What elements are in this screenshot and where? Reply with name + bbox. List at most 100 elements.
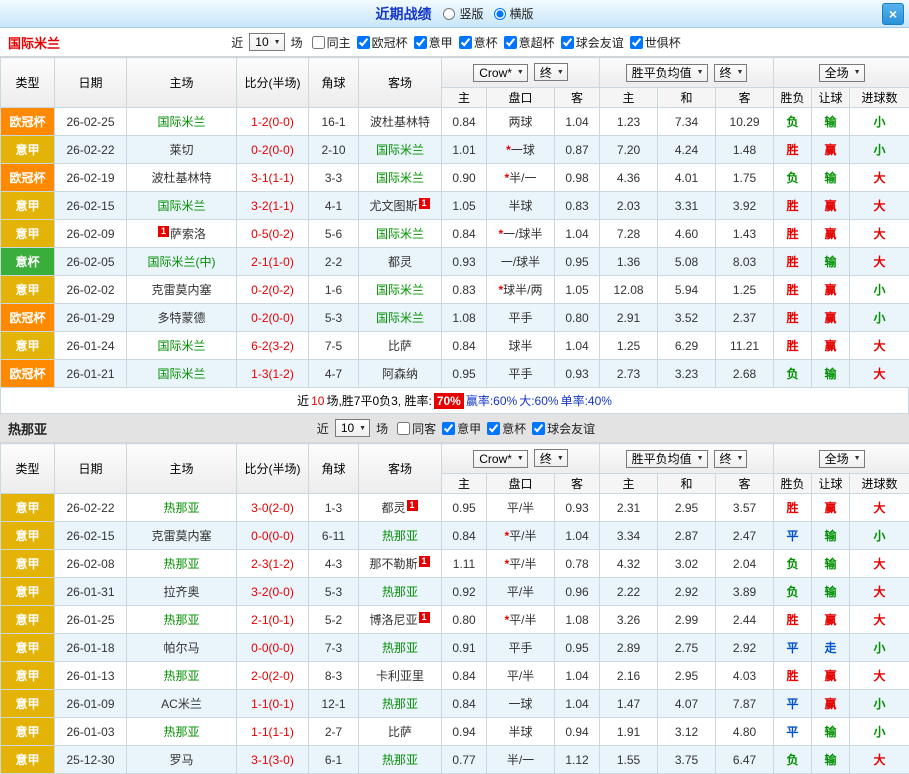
checkbox-世俱杯[interactable] [630,36,643,49]
match-count-select[interactable]: 10▼ [335,419,370,437]
select-value: 10 [341,421,354,435]
checkbox-同主[interactable] [312,36,325,49]
cell-result-goals: 大 [850,606,909,634]
cell-crown-away: 1.04 [555,220,600,248]
cell-result-outcome: 负 [774,578,812,606]
cell-handicap: 一球 [487,690,555,718]
table-row: 欧冠杯26-02-19波杜基林特3-1(1-1)3-3国际米兰0.90*半/一0… [1,164,909,192]
sub-col-header: 进球数 [850,474,909,494]
filter-checkbox[interactable]: 意杯 [481,420,526,437]
cell-home-team: 拉齐奥 [127,578,237,606]
team-link: 热那亚 [163,557,199,571]
fullmatch-select[interactable]: 全场▼ [819,64,865,82]
cell-crown-away: 0.80 [555,304,600,332]
checkbox-意杯[interactable] [487,422,500,435]
checkbox-意甲[interactable] [414,36,427,49]
checkbox-意杯[interactable] [459,36,472,49]
checkbox-同客[interactable] [397,422,410,435]
col-header: 角球 [309,444,359,494]
checkbox-欧冠杯[interactable] [357,36,370,49]
cell-result-outcome: 平 [774,690,812,718]
cell-home-team: 热那亚 [127,662,237,690]
europe-average-select[interactable]: 胜平负均值▼ [626,450,708,468]
crown-final-select[interactable]: 终▼ [534,63,568,81]
table-row: 意甲26-02-02克雷莫内塞0-2(0-2)1-6国际米兰0.83*球半/两1… [1,276,909,304]
crown-company-select[interactable]: Crow* ▼ [473,450,528,468]
cell-crown-away: 0.78 [555,550,600,578]
team-link: 卡利亚里 [376,669,424,683]
team-link: 国际米兰 [376,143,424,157]
team-link: 国际米兰 [157,339,205,353]
sub-col-header: 盘口 [487,88,555,108]
cell-corner: 3-3 [309,164,359,192]
cell-handicap: 一/球半 [487,248,555,276]
filter-checkbox[interactable]: 意甲 [436,420,481,437]
chevron-down-icon: ▼ [517,455,524,462]
filter-checkbox[interactable]: 意甲 [408,34,453,51]
cell-date: 26-01-29 [55,304,127,332]
sub-col-header: 主 [442,88,487,108]
europe-final-select[interactable]: 终▼ [714,450,748,468]
europe-final-select[interactable]: 终▼ [714,64,748,82]
chevron-down-icon: ▼ [517,69,524,76]
cell-handicap: 平/半 [487,578,555,606]
filter-checkbox[interactable]: 意杯 [453,34,498,51]
filter-checkbox[interactable]: 欧冠杯 [351,34,408,51]
cell-handicap: *平/半 [487,550,555,578]
europe-average-select[interactable]: 胜平负均值▼ [626,64,708,82]
cell-away-team: 国际米兰 [359,136,442,164]
cell-odds-home: 3.34 [600,522,658,550]
layout-radio-0[interactable] [443,8,455,20]
checkbox-球会友谊[interactable] [561,36,574,49]
fullmatch-select[interactable]: 全场▼ [819,450,865,468]
cell-home-team: 国际米兰 [127,360,237,388]
cell-handicap: *半/一 [487,164,555,192]
filter-checkbox[interactable]: 世俱杯 [624,34,681,51]
filter-checkbox[interactable]: 球会友谊 [526,420,595,437]
sub-col-header: 主 [600,474,658,494]
cell-result-handicap: 输 [812,164,850,192]
cell-result-handicap: 输 [812,522,850,550]
close-button[interactable]: × [882,3,904,25]
col-header: 比分(半场) [237,444,309,494]
cell-crown-home: 1.01 [442,136,487,164]
team-link: 克雷莫内塞 [151,529,211,543]
cell-handicap: 平手 [487,360,555,388]
cell-odds-draw: 4.24 [658,136,716,164]
cell-type: 意甲 [1,494,55,522]
match-count-select[interactable]: 10▼ [249,33,284,51]
cell-crown-home: 0.84 [442,522,487,550]
cell-handicap: 半球 [487,718,555,746]
cell-odds-home: 2.16 [600,662,658,690]
handicap-star: * [504,171,509,185]
crown-company-select[interactable]: Crow*▼ [473,64,528,82]
cell-odds-home: 1.36 [600,248,658,276]
checkbox-意甲[interactable] [442,422,455,435]
cell-type: 意甲 [1,220,55,248]
cell-result-outcome: 胜 [774,494,812,522]
checkbox-球会友谊[interactable] [532,422,545,435]
select-value: Crow* [479,452,512,466]
filter-checkbox[interactable]: 球会友谊 [555,34,624,51]
team-section: 国际米兰近10▼场同主欧冠杯意甲意杯意超杯球会友谊世俱杯类型日期主场比分(半场)… [0,28,909,414]
cell-corner: 4-1 [309,192,359,220]
cell-odds-draw: 2.99 [658,606,716,634]
checkbox-label: 意超杯 [519,34,555,51]
cell-odds-away: 11.21 [716,332,774,360]
checkbox-意超杯[interactable] [504,36,517,49]
checkbox-label: 意杯 [502,420,526,437]
layout-radio-label: 竖版 [459,5,483,22]
filter-checkbox[interactable]: 同客 [391,420,436,437]
cell-result-goals: 小 [850,522,909,550]
cell-odds-away: 1.43 [716,220,774,248]
cell-score: 2-3(1-2) [237,550,309,578]
filter-checkbox[interactable]: 同主 [306,34,351,51]
cell-home-team: 克雷莫内塞 [127,276,237,304]
cell-result-goals: 小 [850,276,909,304]
cell-odds-draw: 4.60 [658,220,716,248]
crown-final-select[interactable]: 终▼ [534,449,568,467]
cell-home-team: 莱切 [127,136,237,164]
layout-radio-1[interactable] [494,8,506,20]
cell-result-handicap: 输 [812,578,850,606]
filter-checkbox[interactable]: 意超杯 [498,34,555,51]
